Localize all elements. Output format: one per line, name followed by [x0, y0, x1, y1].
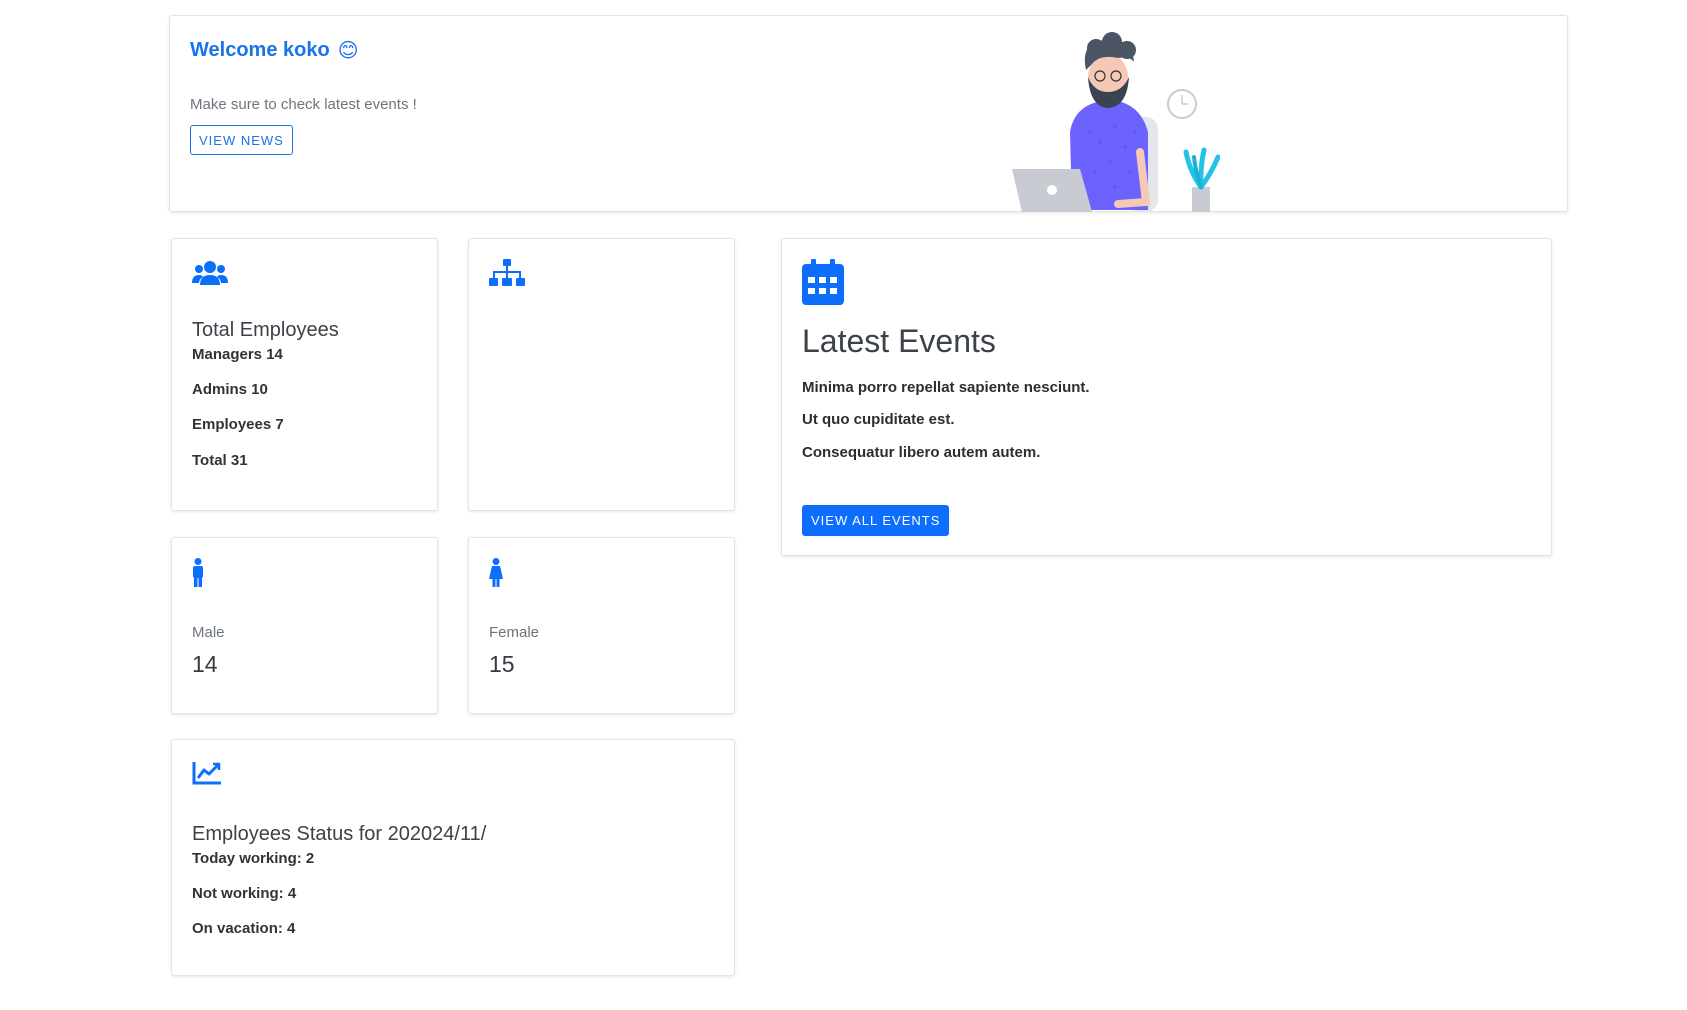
male-icon — [192, 558, 204, 593]
male-card: Male 14 — [171, 537, 438, 714]
events-heading: Latest Events — [802, 323, 996, 359]
welcome-title-text: Welcome koko — [190, 39, 330, 61]
male-label: Male — [192, 624, 225, 641]
not-working: Not working: 4 — [192, 885, 297, 902]
female-count: 15 — [489, 651, 515, 677]
total-count: Total 31 — [192, 452, 248, 469]
event-item: Ut quo cupiditate est. — [802, 411, 955, 428]
female-icon — [489, 558, 503, 593]
developer-illustration — [1000, 32, 1221, 217]
chart-line-icon — [192, 760, 222, 791]
smile-emoji-icon: 😊 — [337, 40, 359, 62]
view-news-button[interactable]: VIEW NEWS — [190, 125, 293, 155]
today-working: Today working: 2 — [192, 850, 315, 867]
event-item: Minima porro repellat sapiente nesciunt. — [802, 379, 1090, 396]
managers-count: Managers 14 — [192, 346, 283, 363]
status-heading: Employees Status for 202024/11/ — [192, 823, 487, 845]
employees-count: Employees 7 — [192, 416, 284, 433]
female-card: Female 15 — [468, 537, 735, 714]
event-item: Consequatur libero autem autem. — [802, 444, 1041, 461]
female-label: Female — [489, 624, 540, 641]
users-icon — [192, 259, 228, 292]
organization-card — [468, 238, 735, 511]
male-count: 14 — [192, 651, 218, 677]
on-vacation: On vacation: 4 — [192, 920, 296, 937]
welcome-title: Welcome koko 😊 — [190, 38, 359, 63]
latest-events-card: Latest Events Minima porro repellat sapi… — [781, 238, 1552, 556]
admins-count: Admins 10 — [192, 381, 268, 398]
view-all-events-button[interactable]: VIEW ALL EVENTS — [802, 505, 950, 536]
calendar-icon — [802, 259, 844, 310]
welcome-subtitle: Make sure to check latest events ! — [190, 96, 417, 113]
employees-status-card: Employees Status for 202024/11/ Today wo… — [171, 739, 735, 976]
sitemap-icon — [489, 259, 525, 294]
total-employees-heading: Total Employees — [192, 319, 339, 341]
total-employees-card: Total Employees Managers 14 Admins 10 Em… — [171, 238, 438, 511]
welcome-card: Welcome koko 😊 Make sure to check latest… — [169, 15, 1568, 212]
